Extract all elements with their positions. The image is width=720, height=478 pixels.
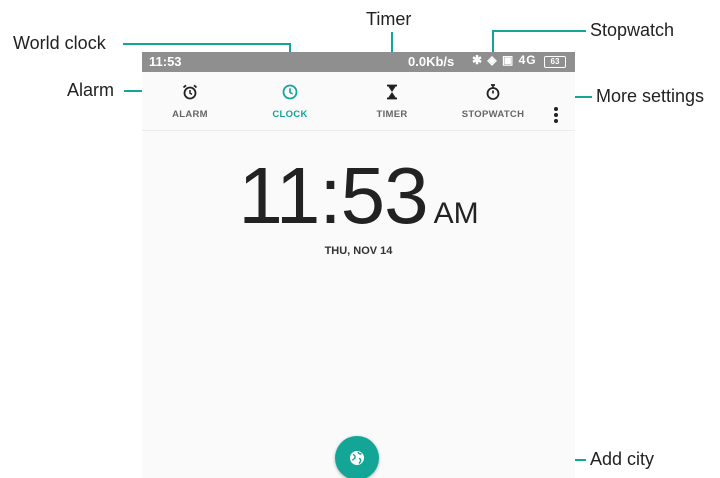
clock-ampm: AM xyxy=(433,197,479,230)
callout-timer: Timer xyxy=(366,9,412,29)
add-city-button[interactable] xyxy=(335,436,379,478)
status-icons: ✱ ◈ ▣ 4G xyxy=(472,53,537,67)
tab-label-timer: TIMER xyxy=(376,109,408,120)
callout-more-settings: More settings xyxy=(596,86,705,106)
tab-clock[interactable]: CLOCK xyxy=(266,72,314,130)
callout-add-city: Add city xyxy=(590,449,655,469)
battery-icon: 63 xyxy=(544,56,566,68)
stopwatch-icon xyxy=(486,84,500,100)
callout-stopwatch: Stopwatch xyxy=(590,20,675,40)
hourglass-icon xyxy=(387,84,397,100)
callout-world-clock: World clock xyxy=(13,33,106,53)
tab-timer[interactable]: TIMER xyxy=(368,72,416,130)
tab-alarm[interactable]: ALARM xyxy=(164,72,216,130)
tab-label-stopwatch: STOPWATCH xyxy=(461,109,525,120)
tab-stopwatch[interactable]: STOPWATCH xyxy=(455,72,531,130)
tab-bar: ALARM CLOCK TIMER STOPWATCH xyxy=(142,72,575,131)
alarm-clock-icon xyxy=(182,84,198,100)
status-time: 11:53 xyxy=(149,54,182,69)
callout-alarm: Alarm xyxy=(67,80,115,100)
clock-icon xyxy=(282,84,298,100)
tab-label-clock: CLOCK xyxy=(272,109,308,120)
tab-label-alarm: ALARM xyxy=(172,109,208,120)
globe-icon xyxy=(350,451,364,465)
clock-time: 11:53 xyxy=(238,151,428,240)
more-vert-icon[interactable] xyxy=(551,106,561,126)
clock-date: THU, NOV 14 xyxy=(324,245,393,257)
clock-app-screen: 11:53 0.0Kb/s ✱ ◈ ▣ 4G 63 ALARM CLOCK TI… xyxy=(142,52,575,478)
network-speed: 0.0Kb/s xyxy=(408,54,455,69)
status-bar: 11:53 0.0Kb/s ✱ ◈ ▣ 4G 63 xyxy=(142,52,575,72)
digital-clock: 11:53 AM xyxy=(142,150,575,242)
